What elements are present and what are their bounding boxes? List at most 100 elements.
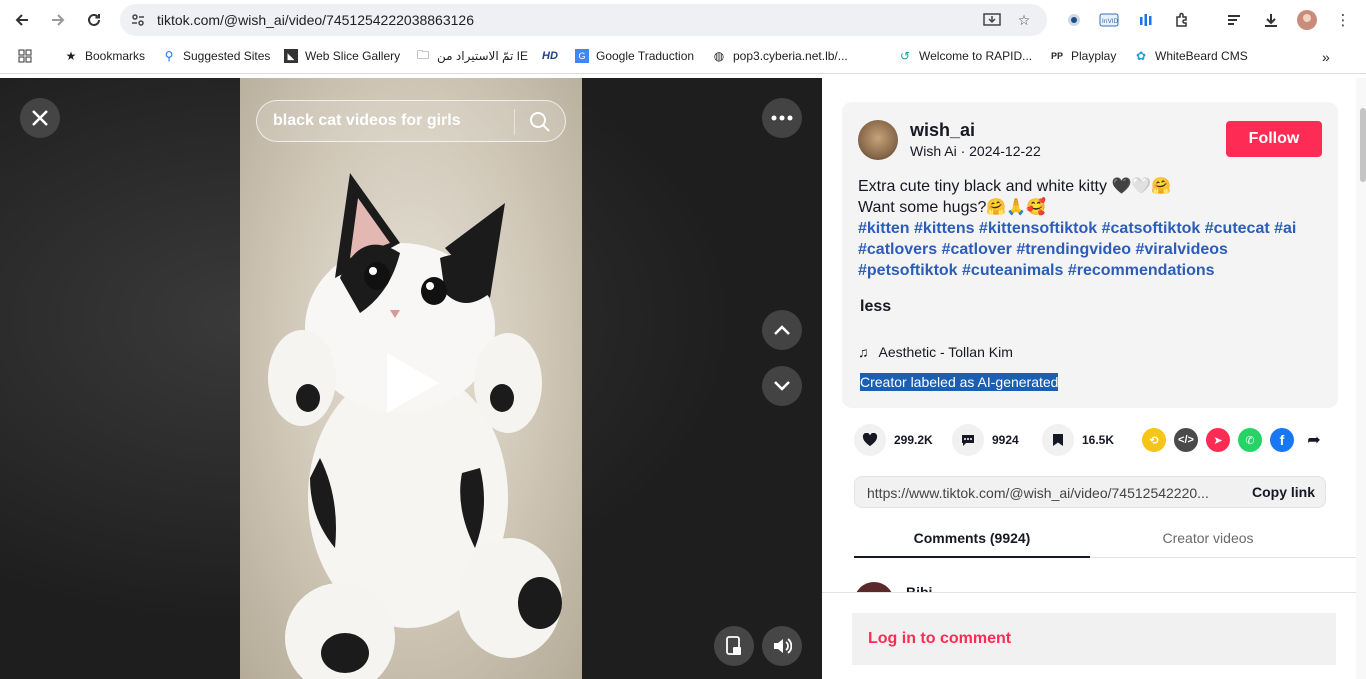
like-count: 299.2K: [894, 433, 933, 447]
volume-button[interactable]: [762, 626, 802, 666]
scrollbar-thumb[interactable]: [1360, 108, 1366, 182]
like-action[interactable]: 299.2K: [854, 424, 933, 456]
bookmark-item[interactable]: G Google Traduction: [575, 49, 694, 63]
address-bar[interactable]: tiktok.com/@wish_ai/video/74512542220388…: [120, 4, 1047, 36]
share-arrow-icon[interactable]: ➦: [1302, 428, 1326, 452]
site-info-icon[interactable]: [128, 10, 148, 30]
browser-menu-icon[interactable]: ⋮: [1331, 8, 1355, 32]
star-icon: ★: [65, 49, 77, 63]
web-slice-icon: ◣: [284, 49, 298, 63]
save-action[interactable]: 16.5K: [1042, 424, 1114, 456]
back-button[interactable]: [8, 6, 36, 34]
post-info-card: wish_ai Wish Ai · 2024-12-22 Follow Extr…: [842, 102, 1338, 408]
previous-video-button[interactable]: [762, 310, 802, 350]
bookmark-icon[interactable]: [1042, 424, 1074, 456]
svg-text:InVID: InVID: [1102, 18, 1118, 25]
copy-link-button[interactable]: Copy link: [1252, 484, 1315, 500]
arrow-right-icon: [52, 14, 65, 26]
action-bar: 299.2K 9924 16.5K ⟲ </> ➤ ✆ f ➦: [854, 424, 1334, 460]
chevron-down-icon: [774, 381, 790, 391]
install-app-icon[interactable]: [982, 10, 1002, 30]
video-player[interactable]: black cat videos for girls: [0, 78, 822, 679]
tab-creator-videos[interactable]: Creator videos: [1090, 530, 1326, 546]
whatsapp-icon[interactable]: ✆: [1238, 428, 1262, 452]
login-to-comment-label: Log in to comment: [868, 630, 1012, 647]
translate-icon: G: [575, 49, 589, 63]
next-video-button[interactable]: [762, 366, 802, 406]
more-dots-icon: [771, 115, 793, 121]
pip-icon: [726, 636, 741, 655]
arrow-left-icon: [15, 14, 28, 26]
comment-icon[interactable]: [952, 424, 984, 456]
bookmark-item[interactable]: PP Playplay: [1050, 49, 1116, 63]
apps-grid-icon[interactable]: [18, 49, 32, 63]
login-bar: Log in to comment: [822, 592, 1358, 679]
comment-count: 9924: [992, 433, 1019, 447]
bookmark-star-icon[interactable]: ☆: [1014, 10, 1034, 30]
profile-avatar[interactable]: [1295, 8, 1319, 32]
extension-lens-icon[interactable]: [1062, 8, 1086, 32]
reload-button[interactable]: [80, 6, 108, 34]
extension-audio-icon[interactable]: [1134, 8, 1158, 32]
music-title[interactable]: Aesthetic - Tollan Kim: [879, 344, 1013, 360]
reload-icon: [88, 13, 100, 26]
embed-icon[interactable]: </>: [1174, 428, 1198, 452]
ai-generated-label: Creator labeled as AI-generated: [860, 373, 1059, 391]
music-note-icon: ♫: [858, 344, 869, 360]
video-frame[interactable]: black cat videos for girls: [240, 78, 582, 679]
reading-list-icon[interactable]: [1222, 8, 1246, 32]
hd-icon: HD: [542, 50, 558, 62]
creator-username[interactable]: wish_ai: [910, 120, 975, 141]
volume-icon: [774, 638, 792, 654]
details-panel: wish_ai Wish Ai · 2024-12-22 Follow Extr…: [822, 78, 1366, 679]
video-search-overlay: black cat videos for girls: [256, 100, 566, 142]
description-line: Want some hugs?🤗🙏🥰: [858, 199, 1047, 216]
creator-subtitle: Wish Ai · 2024-12-22: [910, 143, 1041, 159]
forward-button[interactable]: [44, 6, 72, 34]
bookmark-item[interactable]: ✿ WhiteBeard CMS: [1134, 49, 1248, 63]
video-search-text: black cat videos for girls: [273, 112, 461, 129]
active-tab-indicator: [854, 556, 1090, 558]
send-icon[interactable]: ➤: [1206, 428, 1230, 452]
bookmark-item[interactable]: ◍ pop3.cyberia.net.lb/...: [712, 49, 848, 63]
extension-invid-icon[interactable]: InVID: [1097, 8, 1121, 32]
less-toggle[interactable]: less: [860, 298, 891, 316]
creator-avatar[interactable]: [858, 120, 898, 160]
close-icon: [32, 110, 48, 126]
globe-icon: ◍: [713, 49, 725, 63]
close-button[interactable]: [20, 98, 60, 138]
bookmark-item[interactable]: ◣ Web Slice Gallery: [284, 49, 400, 63]
comment-action[interactable]: 9924: [952, 424, 1019, 456]
facebook-icon[interactable]: f: [1270, 428, 1294, 452]
play-icon[interactable]: [387, 353, 439, 413]
repost-icon[interactable]: ⟲: [1142, 428, 1166, 452]
bookmark-item[interactable]: ★ Bookmarks: [64, 49, 145, 63]
more-options-button[interactable]: [762, 98, 802, 138]
description-line: Extra cute tiny black and white kitty 🖤🤍…: [858, 178, 1172, 195]
follow-button[interactable]: Follow: [1226, 121, 1322, 157]
login-to-comment-button[interactable]: Log in to comment: [852, 613, 1336, 665]
bookmark-item[interactable]: HD: [542, 49, 565, 63]
extensions-puzzle-icon[interactable]: [1170, 8, 1194, 32]
heart-icon[interactable]: [854, 424, 886, 456]
search-divider: [514, 109, 515, 135]
hashtags[interactable]: #kitten #kittens #kittensoftiktok #catso…: [858, 218, 1328, 281]
whitebeard-icon: ✿: [1135, 49, 1147, 63]
music-link[interactable]: ♫ Aesthetic - Tollan Kim: [858, 344, 1013, 360]
downloads-icon[interactable]: [1259, 8, 1283, 32]
chevron-up-icon: [774, 325, 790, 335]
bookmark-item[interactable]: ⚲ Suggested Sites: [162, 49, 271, 63]
bookmarks-bar: ★ Bookmarks ⚲ Suggested Sites ◣ Web Slice G…: [0, 40, 1366, 74]
browser-toolbar: tiktok.com/@wish_ai/video/74512542220388…: [0, 0, 1366, 40]
playplay-icon: PP: [1050, 51, 1063, 61]
bookmark-item[interactable]: ↺ Welcome to RAPID...: [898, 49, 1032, 63]
more-bookmarks-icon[interactable]: »: [1322, 49, 1330, 65]
bookmark-item[interactable]: 🗀 تمّ الاستيراد من IE: [416, 47, 528, 64]
picture-in-picture-button[interactable]: [714, 626, 754, 666]
save-count: 16.5K: [1082, 433, 1115, 447]
tab-comments[interactable]: Comments (9924): [854, 530, 1090, 546]
url-text[interactable]: tiktok.com/@wish_ai/video/74512542220388…: [157, 12, 474, 28]
share-url-text[interactable]: https://www.tiktok.com/@wish_ai/video/74…: [867, 485, 1217, 501]
folder-icon: 🗀: [416, 47, 429, 62]
share-link-box[interactable]: https://www.tiktok.com/@wish_ai/video/74…: [854, 476, 1326, 508]
